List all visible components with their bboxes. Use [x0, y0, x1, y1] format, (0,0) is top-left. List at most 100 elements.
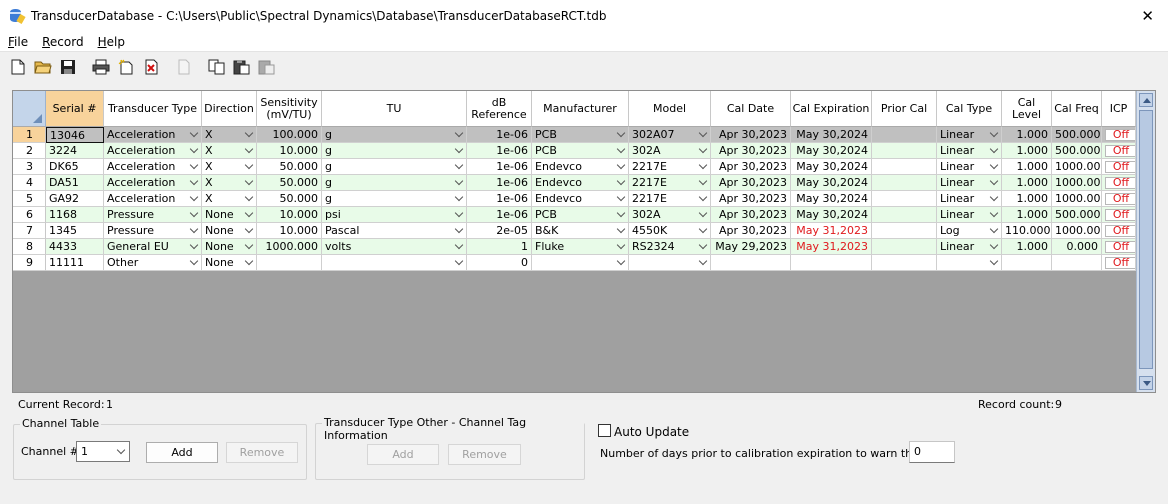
row-number[interactable]: 8 [13, 239, 46, 255]
tag-remove-button[interactable]: Remove [448, 444, 521, 465]
menu-record[interactable]: Record [34, 35, 89, 49]
new-file-icon[interactable] [8, 58, 27, 77]
chevron-down-icon[interactable] [615, 177, 627, 188]
scroll-down-icon[interactable] [1139, 376, 1153, 390]
transducer-type-cell[interactable]: Acceleration [104, 127, 202, 143]
cal-expiration-cell[interactable] [791, 255, 872, 271]
model-cell[interactable]: 2217E [629, 159, 711, 175]
table-row[interactable]: 4 DA51 Acceleration X 50.000 g 1e-06 Endevco 221… [13, 175, 1136, 191]
model-cell[interactable]: 302A07 [629, 127, 711, 143]
cal-type-cell[interactable]: Linear [937, 175, 1002, 191]
tu-cell[interactable]: g [322, 175, 467, 191]
cal-level-cell[interactable]: 1.000 [1002, 159, 1052, 175]
icp-toggle-button[interactable]: Off [1105, 129, 1135, 141]
icp-toggle-button[interactable]: Off [1105, 193, 1135, 205]
model-cell[interactable]: 2217E [629, 191, 711, 207]
chevron-down-icon[interactable] [453, 241, 465, 252]
direction-cell[interactable]: None [202, 223, 257, 239]
sensitivity-cell[interactable]: 1000.000 [257, 239, 322, 255]
chevron-down-icon[interactable] [697, 209, 709, 220]
cal-type-cell[interactable]: Linear [937, 207, 1002, 223]
chevron-down-icon[interactable] [988, 209, 1000, 220]
direction-cell[interactable]: X [202, 175, 257, 191]
tu-cell[interactable]: g [322, 159, 467, 175]
tu-cell[interactable]: g [322, 143, 467, 159]
tu-cell[interactable]: psi [322, 207, 467, 223]
new-record-icon[interactable] [116, 58, 135, 77]
row-number[interactable]: 7 [13, 223, 46, 239]
warn-days-input[interactable]: 0 [909, 441, 955, 463]
db-reference-cell[interactable]: 1 [467, 239, 532, 255]
cal-level-cell[interactable]: 1.000 [1002, 143, 1052, 159]
chevron-down-icon[interactable] [615, 225, 627, 236]
prior-cal-cell[interactable] [872, 223, 937, 239]
tu-cell[interactable]: g [322, 191, 467, 207]
prior-cal-cell[interactable] [872, 207, 937, 223]
auto-update-checkbox[interactable] [598, 424, 611, 437]
header-prior-cal[interactable]: Prior Cal [872, 91, 937, 127]
prior-cal-cell[interactable] [872, 239, 937, 255]
chevron-down-icon[interactable] [453, 225, 465, 236]
model-cell[interactable]: 4550K [629, 223, 711, 239]
direction-cell[interactable]: X [202, 127, 257, 143]
chevron-down-icon[interactable] [988, 193, 1000, 204]
cal-freq-cell[interactable]: 500.000 [1052, 207, 1102, 223]
cal-type-cell[interactable]: Linear [937, 191, 1002, 207]
header-sensitivity[interactable]: Sensitivity (mV/TU) [257, 91, 322, 127]
transducer-type-cell[interactable]: Acceleration [104, 175, 202, 191]
serial-cell[interactable]: DA51 [46, 175, 104, 191]
chevron-down-icon[interactable] [615, 129, 627, 140]
chevron-down-icon[interactable] [188, 177, 200, 188]
prior-cal-cell[interactable] [872, 127, 937, 143]
chevron-down-icon[interactable] [453, 193, 465, 204]
tu-cell[interactable]: Pascal [322, 223, 467, 239]
direction-cell[interactable]: None [202, 239, 257, 255]
direction-cell[interactable]: X [202, 159, 257, 175]
cal-level-cell[interactable]: 1.000 [1002, 207, 1052, 223]
serial-cell[interactable]: 13046 [46, 127, 104, 143]
chevron-down-icon[interactable] [243, 241, 255, 252]
sensitivity-cell[interactable]: 10.000 [257, 143, 322, 159]
transducer-type-cell[interactable]: Acceleration [104, 143, 202, 159]
transducer-grid[interactable]: Serial # Transducer Type Direction Sensitiv… [12, 90, 1156, 393]
tag-add-button[interactable]: Add [367, 444, 439, 465]
db-reference-cell[interactable]: 1e-06 [467, 175, 532, 191]
cal-date-cell[interactable]: Apr 30,2023 [711, 207, 791, 223]
chevron-down-icon[interactable] [188, 161, 200, 172]
tu-cell[interactable] [322, 255, 467, 271]
chevron-down-icon[interactable] [453, 257, 465, 268]
table-row[interactable]: 8 4433 General EU None 1000.000 volts 1 Fluke RS… [13, 239, 1136, 255]
serial-cell[interactable]: 1345 [46, 223, 104, 239]
header-db-reference[interactable]: dB Reference [467, 91, 532, 127]
chevron-down-icon[interactable] [243, 193, 255, 204]
cal-date-cell[interactable]: Apr 30,2023 [711, 159, 791, 175]
cal-type-cell[interactable]: Linear [937, 159, 1002, 175]
cal-expiration-cell[interactable]: May 30,2024 [791, 159, 872, 175]
db-reference-cell[interactable]: 1e-06 [467, 143, 532, 159]
chevron-down-icon[interactable] [243, 209, 255, 220]
serial-cell[interactable]: 3224 [46, 143, 104, 159]
table-row[interactable]: 9 11111 Other None 0 Off [13, 255, 1136, 271]
chevron-down-icon[interactable] [988, 257, 1000, 268]
chevron-down-icon[interactable] [188, 241, 200, 252]
chevron-down-icon[interactable] [697, 177, 709, 188]
chevron-down-icon[interactable] [988, 145, 1000, 156]
table-row[interactable]: 7 1345 Pressure None 10.000 Pascal 2e-05 B&K 455… [13, 223, 1136, 239]
transducer-type-cell[interactable]: Pressure [104, 223, 202, 239]
icp-cell[interactable]: Off [1102, 223, 1136, 239]
serial-cell[interactable]: 11111 [46, 255, 104, 271]
header-cal-date[interactable]: Cal Date [711, 91, 791, 127]
chevron-down-icon[interactable] [453, 161, 465, 172]
chevron-down-icon[interactable] [697, 161, 709, 172]
header-cal-type[interactable]: Cal Type [937, 91, 1002, 127]
manufacturer-cell[interactable] [532, 255, 629, 271]
chevron-down-icon[interactable] [453, 177, 465, 188]
cal-freq-cell[interactable]: 1000.000 [1052, 175, 1102, 191]
db-reference-cell[interactable]: 1e-06 [467, 159, 532, 175]
cal-expiration-cell[interactable]: May 31,2023 [791, 239, 872, 255]
header-direction[interactable]: Direction [202, 91, 257, 127]
cal-expiration-cell[interactable]: May 30,2024 [791, 207, 872, 223]
header-serial[interactable]: Serial # [46, 91, 104, 127]
chevron-down-icon[interactable] [697, 241, 709, 252]
chevron-down-icon[interactable] [988, 241, 1000, 252]
